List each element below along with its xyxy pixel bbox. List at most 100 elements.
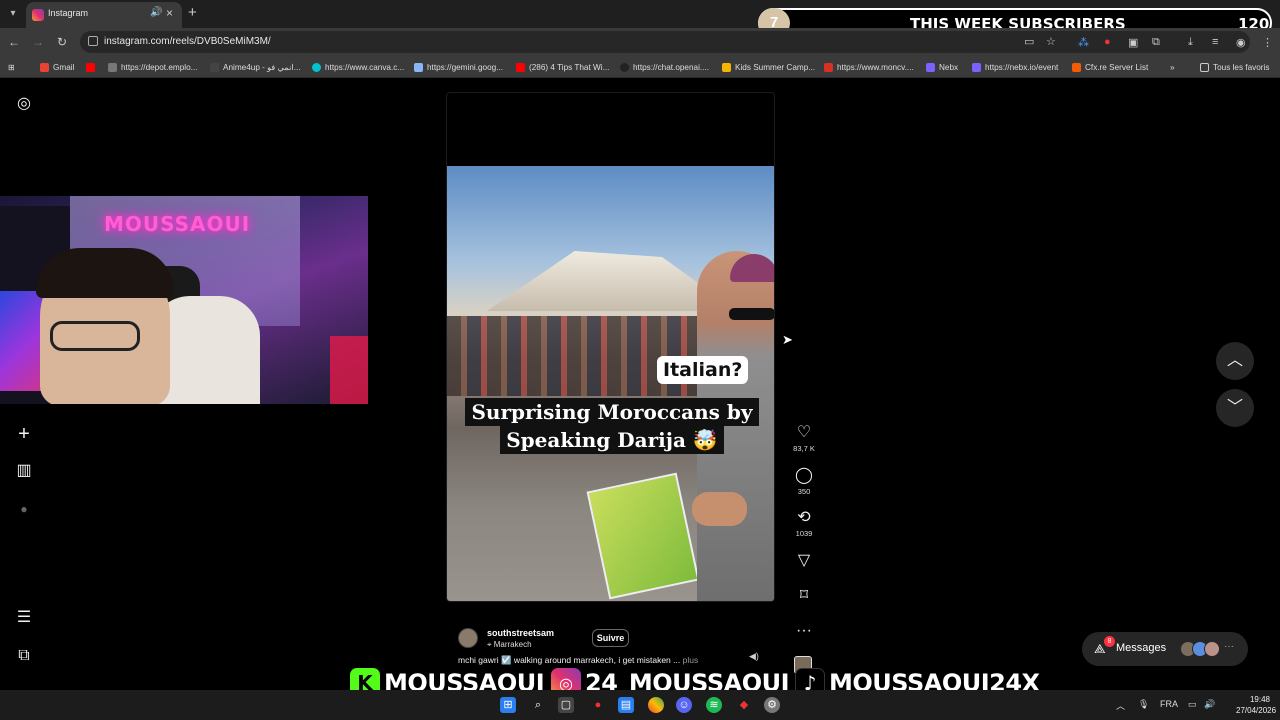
download-icon[interactable]: ⤓ bbox=[1188, 36, 1193, 49]
bookmark-item[interactable]: https://www.moncv.... bbox=[824, 60, 914, 74]
repost-button[interactable]: ⟲ 1039 bbox=[786, 509, 822, 538]
windows-start-icon[interactable]: ⊞ bbox=[500, 697, 516, 713]
bookmark-label: https://depot.emplo... bbox=[121, 62, 198, 72]
bookmark-label: Kids Summer Camp... bbox=[735, 62, 816, 72]
extension-icon[interactable]: ▣ bbox=[1128, 36, 1138, 49]
bookmark-item[interactable]: Gmail bbox=[40, 60, 74, 74]
site-icon bbox=[210, 62, 219, 72]
instagram-logo-icon[interactable]: ◎ bbox=[14, 94, 34, 114]
media-icon[interactable]: ≡ bbox=[1212, 36, 1218, 48]
comment-button[interactable]: ◯ 350 bbox=[786, 467, 822, 496]
reel-caption: Surprising Moroccans by Speaking Darija … bbox=[461, 398, 763, 454]
post-caption-text: mchi gawri ☑️ walking around marrakech, … bbox=[458, 655, 681, 665]
bookmark-item[interactable]: Kids Summer Camp... bbox=[722, 60, 815, 74]
forward-icon[interactable]: → bbox=[30, 34, 46, 50]
bookmark-item[interactable]: https://gemini.goog... bbox=[414, 60, 503, 74]
app-icon[interactable]: ● bbox=[590, 697, 606, 713]
bookmark-item[interactable]: https://nebx.io/event bbox=[972, 60, 1058, 74]
bookmark-item[interactable] bbox=[86, 60, 95, 74]
extension-icon[interactable]: ⁂ bbox=[1078, 36, 1089, 49]
more-link[interactable]: plus bbox=[683, 655, 699, 665]
reload-icon[interactable]: ↻ bbox=[54, 34, 70, 50]
url-text[interactable]: instagram.com/reels/DVB0SeMiM3M/ bbox=[104, 36, 271, 47]
like-button[interactable]: ♡ 83,7 K bbox=[786, 424, 822, 453]
bookmark-label: https://chat.openai.... bbox=[633, 62, 710, 72]
messages-button[interactable]: ⟁ 8 Messages ··· bbox=[1082, 632, 1248, 666]
volume-icon[interactable]: 🔊 bbox=[1204, 699, 1215, 710]
bookmark-item[interactable]: Anime4up - انمي فو... bbox=[210, 60, 301, 74]
task-view-icon[interactable]: ▢ bbox=[558, 697, 574, 713]
language-indicator[interactable]: FRA bbox=[1160, 699, 1178, 709]
bookmark-label: (286) 4 Tips That Wi... bbox=[529, 62, 610, 72]
bookmark-item[interactable]: Nebx bbox=[926, 60, 958, 74]
cfx-icon bbox=[1072, 62, 1081, 72]
bookmark-star-icon[interactable]: ☆ bbox=[1046, 35, 1056, 48]
bookmark-label: Anime4up - انمي فو... bbox=[223, 63, 301, 72]
extension-icon[interactable]: ● bbox=[1104, 36, 1111, 48]
more-bookmarks-icon[interactable]: » bbox=[1170, 60, 1175, 74]
youtube-icon bbox=[86, 62, 95, 72]
chrome-icon[interactable] bbox=[648, 697, 664, 713]
reel-caption-line: Surprising Moroccans by bbox=[465, 398, 759, 426]
tab-audio-icon[interactable]: 🔊 bbox=[150, 7, 162, 18]
bookmark-label: https://nebx.io/event bbox=[985, 62, 1059, 72]
save-button[interactable]: ⌑ bbox=[786, 587, 822, 605]
address-bar[interactable]: instagram.com/reels/DVB0SeMiM3M/ ▭ ☆ bbox=[80, 31, 1250, 53]
extensions-puzzle-icon[interactable]: ⧉ bbox=[1152, 36, 1160, 49]
create-plus-icon[interactable]: + bbox=[14, 424, 34, 444]
messages-label: Messages bbox=[1116, 642, 1167, 654]
location-label: Marrakech bbox=[493, 640, 532, 649]
new-tab-icon[interactable]: + bbox=[188, 4, 197, 21]
microphone-icon[interactable]: 🎙 bbox=[1138, 699, 1149, 710]
dashboard-icon[interactable]: ▥ bbox=[14, 461, 34, 481]
mouse-cursor-icon: ➤ bbox=[782, 332, 793, 347]
next-reel-button[interactable]: ﹀ bbox=[1216, 389, 1254, 427]
bookmark-item[interactable]: https://depot.emplo... bbox=[108, 60, 197, 74]
share-button[interactable]: ▽ bbox=[786, 552, 822, 570]
send-icon: ▽ bbox=[797, 552, 811, 569]
bookmark-item[interactable]: (286) 4 Tips That Wi... bbox=[516, 60, 609, 74]
bookmark-item[interactable]: https://www.canva.c... bbox=[312, 60, 404, 74]
tab-search-icon[interactable]: ▾ bbox=[4, 5, 22, 23]
more-options-button[interactable]: ··· bbox=[786, 622, 822, 640]
app-icon[interactable]: ▤ bbox=[618, 697, 634, 713]
settings-icon[interactable]: ⚙ bbox=[764, 697, 780, 713]
discord-icon[interactable]: ☺ bbox=[676, 697, 692, 713]
network-icon[interactable]: ▭ bbox=[1188, 699, 1197, 710]
bookmark-label: Nebx bbox=[939, 62, 959, 72]
cast-icon[interactable]: ▭ bbox=[1024, 35, 1034, 48]
bookmark-icon: ⌑ bbox=[799, 587, 809, 604]
folder-icon bbox=[1200, 62, 1209, 72]
apps-grid-icon[interactable]: ⊞ bbox=[8, 60, 15, 74]
profile-avatar-icon[interactable]: ● bbox=[14, 499, 34, 519]
tab-close-icon[interactable]: × bbox=[166, 6, 173, 20]
more-dots-icon: ··· bbox=[1224, 641, 1234, 652]
all-bookmarks-item[interactable]: Tous les favoris bbox=[1200, 60, 1269, 74]
author-avatar[interactable] bbox=[458, 628, 478, 648]
follow-button[interactable]: Suivre bbox=[592, 629, 629, 647]
previous-reel-button[interactable]: ︿ bbox=[1216, 342, 1254, 380]
profile-avatar-icon[interactable]: ◉ bbox=[1236, 36, 1246, 49]
menu-kebab-icon[interactable]: ⋮ bbox=[1262, 36, 1273, 49]
bookmark-label: Cfx.re Server List bbox=[1085, 62, 1149, 72]
reel-caption-line: Speaking Darija 🤯 bbox=[500, 426, 724, 454]
reel-video[interactable]: Italian? Surprising Moroccans by Speakin… bbox=[446, 92, 775, 602]
tray-overflow-icon[interactable]: ︿ bbox=[1116, 699, 1125, 712]
browser-tab-instagram[interactable]: Instagram 🔊 × bbox=[26, 2, 182, 28]
author-location[interactable]: ⌖ Marrakech bbox=[487, 640, 532, 650]
menu-hamburger-icon[interactable]: ☰ bbox=[14, 608, 34, 628]
search-icon[interactable]: ⌕ bbox=[530, 697, 546, 713]
author-name[interactable]: southstreetsam bbox=[487, 628, 554, 638]
messages-badge: 8 bbox=[1104, 636, 1115, 647]
system-clock[interactable]: 19:48 27/04/2026 bbox=[1236, 694, 1276, 716]
volume-icon[interactable]: ◀) bbox=[749, 651, 759, 662]
spotify-icon[interactable]: ≋ bbox=[706, 697, 722, 713]
app-icon[interactable]: ◆ bbox=[736, 697, 752, 713]
back-icon[interactable]: ← bbox=[6, 34, 22, 50]
meta-apps-icon[interactable]: ⧉ bbox=[14, 646, 34, 666]
bookmark-item[interactable]: Cfx.re Server List bbox=[1072, 60, 1148, 74]
reel-menu-card bbox=[586, 472, 700, 600]
nebx-icon bbox=[972, 62, 981, 72]
bookmark-item[interactable]: https://chat.openai.... bbox=[620, 60, 709, 74]
site-info-icon[interactable] bbox=[88, 36, 98, 46]
